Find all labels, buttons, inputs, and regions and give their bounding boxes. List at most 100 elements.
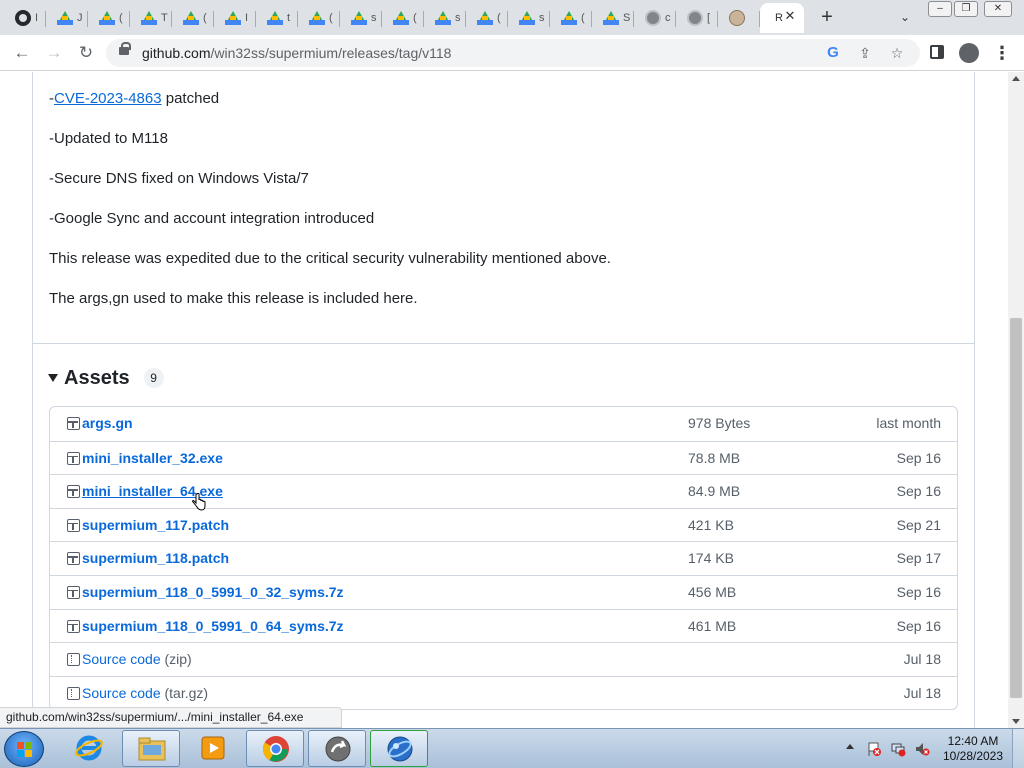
asset-date: Sep 16	[896, 617, 941, 634]
asset-link[interactable]: supermium_118_0_5991_0_32_syms.7z	[82, 584, 344, 600]
asset-size: 84.9 MB	[688, 483, 741, 500]
tab-search-chevron-icon[interactable]: ⌄	[896, 8, 914, 26]
cve-link[interactable]: CVE-2023-4863	[54, 90, 162, 107]
asset-name: Source code	[82, 651, 161, 668]
browser-tab[interactable]: (	[172, 3, 214, 33]
browser-tab[interactable]: s	[508, 3, 550, 33]
drive-icon	[477, 11, 493, 25]
asset-link[interactable]: Source code (tar.gz)	[82, 685, 208, 701]
drive-icon	[603, 11, 619, 25]
back-button[interactable]: ←	[10, 41, 34, 65]
browser-tab[interactable]: T	[130, 3, 172, 33]
tab-title: s	[371, 12, 377, 24]
close-tab-icon[interactable]: ✕	[783, 9, 797, 23]
link-status-bubble: github.com/win32ss/supermium/.../mini_in…	[0, 707, 343, 728]
tab-title: t	[287, 12, 291, 24]
asset-name: supermium_117.patch	[82, 516, 230, 533]
new-tab-button[interactable]: +	[816, 6, 838, 28]
profile-avatar-icon[interactable]	[959, 43, 979, 63]
taskbar-media-player[interactable]	[184, 730, 242, 767]
file-zip-icon	[67, 686, 80, 700]
assets-heading: Assets	[64, 366, 130, 389]
browser-tab[interactable]: (	[298, 3, 340, 33]
browser-tab[interactable]: (	[466, 3, 508, 33]
media-player-icon	[201, 736, 225, 760]
folder-icon	[138, 737, 166, 761]
close-window-button[interactable]: ✕	[984, 1, 1012, 17]
chrome-icon	[262, 736, 289, 762]
globe-icon	[645, 10, 661, 26]
url-text[interactable]: github.com/win32ss/supermium/releases/ta…	[142, 45, 451, 61]
action-center-flag-icon[interactable]	[866, 741, 882, 757]
asset-row: mini_installer_32.exe 78.8 MB Sep 16	[50, 440, 957, 475]
taskbar-app-blue[interactable]	[370, 730, 428, 767]
page-viewport: -CVE-2023-4863 patched -Updated to M118 …	[0, 72, 1008, 728]
taskbar-file-explorer[interactable]	[122, 730, 180, 767]
browser-menu-icon[interactable]: ⋮	[992, 41, 1012, 65]
assets-list: args.gn 978 Bytes last month mini_installer…	[49, 406, 958, 711]
minimize-button[interactable]: –	[928, 1, 952, 17]
browser-tab[interactable]: (	[550, 3, 592, 33]
browser-tab[interactable]: (	[88, 3, 130, 33]
asset-row: Source code (zip) Jul 18	[50, 642, 957, 676]
volume-muted-icon[interactable]	[914, 741, 930, 757]
start-button[interactable]	[4, 731, 44, 767]
browser-tab[interactable]: J	[46, 3, 88, 33]
page-scrollbar[interactable]	[1008, 72, 1024, 728]
asset-name: supermium_118.patch	[82, 550, 230, 567]
taskbar-chrome[interactable]	[246, 730, 304, 767]
tab-title: (	[119, 12, 123, 24]
browser-tab[interactable]: s	[340, 3, 382, 33]
show-hidden-icons-arrow[interactable]	[846, 744, 854, 749]
tab-title: (	[413, 12, 417, 24]
package-icon	[67, 451, 80, 465]
release-note-line: This release was expedited due to the cr…	[49, 250, 611, 267]
taskbar-app-gray[interactable]	[308, 730, 366, 767]
lock-icon[interactable]	[119, 42, 131, 55]
browser-tab[interactable]: I	[4, 3, 46, 33]
drive-icon	[225, 11, 241, 25]
reload-button[interactable]: ↻	[74, 41, 98, 65]
bookmark-star-icon[interactable]: ☆	[888, 44, 906, 62]
browser-tab[interactable]: [	[676, 3, 718, 33]
scrollbar-thumb[interactable]	[1010, 318, 1022, 698]
assets-toggle[interactable]: Assets 9	[48, 365, 164, 391]
share-icon[interactable]: ⇪	[856, 44, 874, 62]
browser-tab[interactable]: S	[592, 3, 634, 33]
browser-tab[interactable]: I	[214, 3, 256, 33]
scroll-up-arrow-icon[interactable]	[1012, 76, 1020, 81]
browser-tab[interactable]: (	[382, 3, 424, 33]
address-bar[interactable]: github.com/win32ss/supermium/releases/ta…	[106, 39, 920, 67]
tab-title: s	[539, 12, 545, 24]
browser-tab[interactable]: R	[760, 3, 804, 33]
show-desktop-button[interactable]	[1012, 729, 1024, 768]
package-icon	[67, 585, 80, 599]
browser-tab[interactable]: t	[256, 3, 298, 33]
browser-tab[interactable]: s	[424, 3, 466, 33]
taskbar-internet-explorer[interactable]	[60, 730, 118, 767]
asset-size: 78.8 MB	[688, 449, 741, 466]
asset-date: Sep 16	[896, 583, 941, 600]
package-icon	[67, 518, 80, 532]
browser-tab[interactable]: c	[634, 3, 676, 33]
restore-button[interactable]: ❐	[954, 1, 978, 17]
scroll-down-arrow-icon[interactable]	[1012, 719, 1020, 724]
asset-link[interactable]: Source code (zip)	[82, 651, 192, 667]
asset-link[interactable]: supermium_118.patch	[82, 550, 229, 566]
browser-toolbar: ← → ↻ github.com/win32ss/supermium/relea…	[0, 35, 1024, 71]
asset-link[interactable]: mini_installer_32.exe	[82, 450, 223, 466]
side-panel-icon[interactable]	[930, 45, 944, 59]
network-icon[interactable]	[890, 741, 906, 757]
browser-tab[interactable]	[718, 3, 760, 33]
google-lens-icon[interactable]: G	[824, 44, 842, 62]
url-host: github.com	[142, 45, 211, 61]
forward-button[interactable]: →	[42, 41, 66, 65]
url-path: /win32ss/supermium/releases/tag/v118	[210, 45, 452, 61]
asset-link[interactable]: args.gn	[82, 415, 133, 431]
package-icon	[67, 552, 80, 566]
asset-link[interactable]: supermium_117.patch	[82, 517, 229, 533]
system-clock[interactable]: 12:40 AM 10/28/2023	[940, 734, 1006, 764]
tab-title: [	[707, 12, 711, 24]
asset-date: Sep 16	[896, 483, 941, 500]
asset-link[interactable]: supermium_118_0_5991_0_64_syms.7z	[82, 618, 344, 634]
